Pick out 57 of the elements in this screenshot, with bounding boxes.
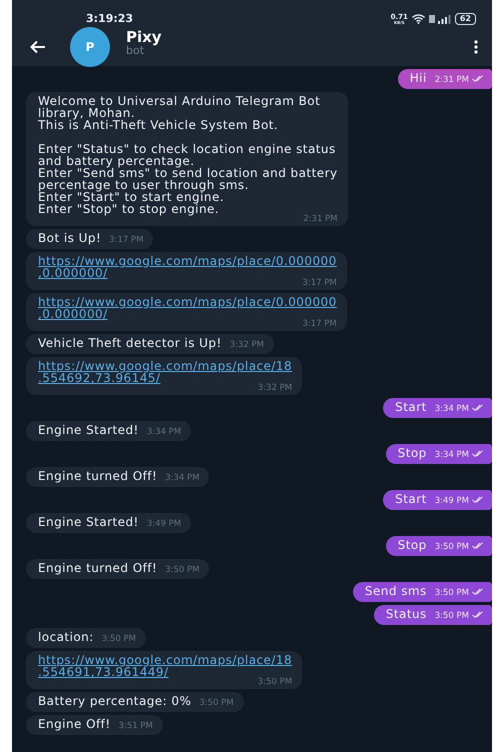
- message-time: 3:50 PM: [434, 588, 469, 598]
- message-time: 3:17 PM: [301, 320, 337, 328]
- wifi-icon: [412, 14, 425, 24]
- more-menu-icon[interactable]: [474, 40, 478, 54]
- message-text: Engine Started!: [38, 515, 139, 529]
- signal-icon: [428, 14, 451, 24]
- message-time: 2:31 PM: [434, 75, 469, 85]
- message-text: Start: [395, 400, 427, 414]
- message-time: 3:50 PM: [434, 542, 469, 552]
- message-text: Engine turned Off!: [38, 469, 158, 483]
- message-text: Welcome to Universal Arduino Telegram Bot library, Mohan. This is Anti-Theft Vehicle System Bot. Enter "Status" to check location engine status and battery percentage. Enter "Send sms" to send location and battery percentage to user through sms. Enter "Start" to start engine. Enter "Stop" to stop engine.: [38, 95, 338, 215]
- read-checks-icon: [472, 496, 484, 504]
- message-text: Engine Started!: [38, 423, 139, 437]
- message-text: Bot is Up!: [38, 231, 102, 245]
- read-checks-icon: [472, 588, 484, 596]
- message-time: 3:32 PM: [256, 384, 292, 392]
- message-text: Send sms: [364, 584, 427, 598]
- message-text: Start: [395, 492, 427, 506]
- message-time: 3:32 PM: [230, 340, 264, 350]
- message-time: 3:51 PM: [118, 721, 153, 731]
- map-link[interactable]: https://www.google.com/maps/place/0.000000 ,0.000000/: [38, 255, 337, 279]
- message-time: 3:34 PM: [146, 427, 182, 437]
- message-text: location:: [38, 630, 94, 644]
- message-time: 3:17 PM: [109, 235, 144, 245]
- back-arrow-icon[interactable]: [30, 40, 46, 54]
- message-time: 2:31 PM: [302, 215, 338, 223]
- chat-name: Pixy: [126, 29, 163, 45]
- message-text: Battery percentage: 0%: [38, 694, 192, 708]
- message-time: 3:50 PM: [165, 565, 200, 575]
- read-checks-icon: [472, 450, 484, 458]
- map-link[interactable]: https://www.google.com/maps/place/18 .554691,73.961449/: [38, 654, 292, 678]
- chat-subtitle: bot: [126, 45, 144, 57]
- message-time: 3:34 PM: [165, 473, 200, 483]
- message-text: Engine turned Off!: [38, 561, 158, 575]
- message-time: 3:34 PM: [434, 404, 469, 414]
- message-time: 3:49 PM: [146, 519, 182, 529]
- map-link[interactable]: https://www.google.com/maps/place/18 .554692,73.96145/: [38, 360, 292, 384]
- message-time: 3:34 PM: [434, 450, 469, 460]
- battery-level: 62: [454, 13, 476, 25]
- message-text: Hii: [410, 71, 427, 85]
- message-text: Status: [386, 607, 427, 621]
- message-time: 3:50 PM: [434, 611, 469, 621]
- read-checks-icon: [472, 75, 484, 82]
- message-time: 3:17 PM: [301, 279, 337, 287]
- read-checks-icon: [472, 404, 484, 412]
- message-text: Engine Off!: [38, 717, 111, 731]
- read-checks-icon: [472, 542, 484, 550]
- message-time: 3:50 PM: [102, 634, 136, 644]
- clock-time: 3:19:23: [86, 10, 134, 27]
- map-link[interactable]: https://www.google.com/maps/place/0.000000 ,0.000000/: [38, 296, 337, 320]
- message-time: 3:50 PM: [199, 698, 234, 708]
- read-checks-icon: [472, 611, 484, 618]
- message-time: 3:49 PM: [434, 496, 469, 506]
- message-time: 3:50 PM: [256, 678, 292, 686]
- message-text: Vehicle Theft detector is Up!: [38, 336, 222, 350]
- message-text: Stop: [398, 446, 427, 460]
- message-text: Stop: [398, 538, 427, 552]
